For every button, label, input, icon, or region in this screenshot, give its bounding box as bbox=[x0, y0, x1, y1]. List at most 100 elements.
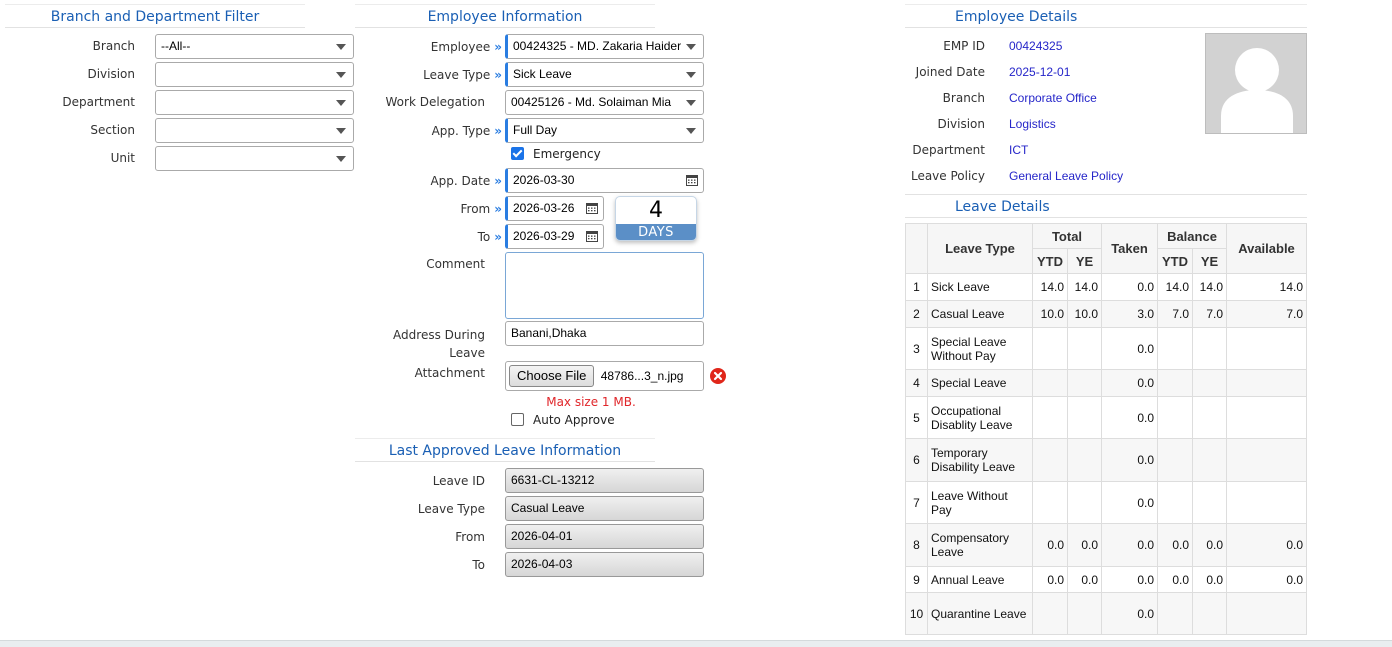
table-row: 6 Temporary Disability Leave 0.0 bbox=[905, 438, 1307, 482]
unit-label: Unit bbox=[110, 151, 135, 165]
days-label: DAYS bbox=[616, 224, 696, 240]
last-from-label: From bbox=[455, 530, 485, 544]
balance-ytd-cell: 7.0 bbox=[1157, 300, 1193, 328]
emp-branch-value: Corporate Office bbox=[1009, 91, 1097, 105]
row-index-cell: 5 bbox=[905, 396, 928, 439]
taken-cell: 0.0 bbox=[1101, 481, 1158, 524]
total-ytd-cell: 0.0 bbox=[1032, 566, 1068, 593]
employee-label: Employee» bbox=[430, 40, 502, 54]
leave-details-title: Leave Details bbox=[905, 194, 1307, 218]
row-index-cell: 6 bbox=[905, 438, 928, 482]
total-ye-cell bbox=[1067, 481, 1102, 524]
row-index-cell: 10 bbox=[905, 592, 928, 635]
bottom-bar bbox=[0, 640, 1392, 647]
app-date-input[interactable]: 2026-03-30 bbox=[505, 168, 704, 193]
leave-details-table: Leave Type Total Taken Balance Available… bbox=[905, 223, 1307, 635]
app-date-value: 2026-03-30 bbox=[513, 173, 575, 187]
row-index-cell: 4 bbox=[905, 369, 928, 397]
chevron-down-icon bbox=[336, 128, 346, 134]
from-date-input[interactable]: 2026-03-26 bbox=[505, 196, 604, 221]
branch-select-value: --All-- bbox=[161, 39, 191, 53]
col-taken-header: Taken bbox=[1101, 223, 1158, 274]
to-label: To» bbox=[477, 230, 502, 244]
row-index-cell: 9 bbox=[905, 566, 928, 593]
total-ytd-cell bbox=[1032, 369, 1068, 397]
leave-type-cell: Casual Leave bbox=[927, 300, 1033, 328]
balance-ytd-cell bbox=[1157, 438, 1193, 482]
emp-id-label: EMP ID bbox=[943, 39, 985, 53]
balance-ytd-cell bbox=[1157, 481, 1193, 524]
table-header-row: Leave Type Total Taken Balance Available bbox=[905, 223, 1307, 274]
emp-department-label: Department bbox=[912, 143, 985, 157]
emp-department-value: ICT bbox=[1009, 143, 1029, 157]
available-cell: 0.0 bbox=[1226, 566, 1307, 593]
division-label: Division bbox=[87, 67, 135, 81]
table-row: 1 Sick Leave 14.0 14.0 0.0 14.0 14.0 14.0 bbox=[905, 273, 1307, 301]
table-row: 3 Special Leave Without Pay 0.0 bbox=[905, 327, 1307, 370]
auto-approve-checkbox[interactable] bbox=[511, 413, 524, 426]
table-row: 10 Quarantine Leave 0.0 bbox=[905, 592, 1307, 635]
required-arrow-icon: » bbox=[494, 174, 502, 188]
balance-ye-cell bbox=[1192, 481, 1227, 524]
calendar-icon[interactable] bbox=[586, 202, 598, 214]
row-index-cell: 7 bbox=[905, 481, 928, 524]
user-placeholder-icon bbox=[1221, 48, 1293, 133]
emergency-checkbox[interactable] bbox=[511, 147, 524, 160]
from-date-value: 2026-03-26 bbox=[513, 201, 575, 215]
total-ytd-cell: 14.0 bbox=[1032, 273, 1068, 301]
address-input[interactable]: Banani,Dhaka bbox=[505, 321, 704, 346]
balance-ytd-cell bbox=[1157, 369, 1193, 397]
table-row: 7 Leave Without Pay 0.0 bbox=[905, 481, 1307, 524]
to-date-value: 2026-03-29 bbox=[513, 229, 575, 243]
emp-division-label: Division bbox=[937, 117, 985, 131]
total-ytd-cell: 10.0 bbox=[1032, 300, 1068, 328]
division-select[interactable] bbox=[155, 62, 354, 87]
required-arrow-icon: » bbox=[494, 40, 502, 54]
calendar-icon[interactable] bbox=[586, 230, 598, 242]
work-delegation-select-value: 00425126 - Md. Solaiman Mia bbox=[511, 95, 672, 109]
required-arrow-icon: » bbox=[494, 68, 502, 82]
branch-label: Branch bbox=[92, 39, 135, 53]
taken-cell: 0.0 bbox=[1101, 438, 1158, 482]
balance-ye-cell: 7.0 bbox=[1192, 300, 1227, 328]
work-delegation-select[interactable]: 00425126 - Md. Solaiman Mia bbox=[505, 90, 704, 115]
taken-cell: 0.0 bbox=[1101, 369, 1158, 397]
employee-select[interactable]: 00424325 - MD. Zakaria Haider bbox=[505, 34, 704, 59]
employee-select-value: 00424325 - MD. Zakaria Haider bbox=[513, 39, 682, 53]
app-type-select[interactable]: Full Day bbox=[505, 118, 704, 143]
leave-type-cell: Compensatory Leave bbox=[927, 523, 1033, 567]
leave-type-cell: Annual Leave bbox=[927, 566, 1033, 593]
choose-file-button[interactable]: Choose File bbox=[509, 365, 595, 387]
table-row: 2 Casual Leave 10.0 10.0 3.0 7.0 7.0 7.0 bbox=[905, 300, 1307, 328]
leave-type-cell: Occupational Disablity Leave bbox=[927, 396, 1033, 439]
available-cell bbox=[1226, 481, 1307, 524]
chevron-down-icon bbox=[336, 156, 346, 162]
last-to-label: To bbox=[472, 558, 485, 572]
remove-attachment-icon[interactable] bbox=[710, 368, 726, 384]
total-ye-cell bbox=[1067, 327, 1102, 370]
leave-type-label: Leave Type» bbox=[423, 68, 502, 82]
leave-type-select[interactable]: Sick Leave bbox=[505, 62, 704, 87]
avatar bbox=[1205, 33, 1307, 134]
available-cell bbox=[1226, 327, 1307, 370]
branch-select[interactable]: --All-- bbox=[155, 34, 354, 59]
table-row: 9 Annual Leave 0.0 0.0 0.0 0.0 0.0 0.0 bbox=[905, 566, 1307, 593]
total-ytd-cell bbox=[1032, 396, 1068, 439]
comment-textarea[interactable] bbox=[505, 252, 704, 319]
last-leave-type-field: Casual Leave bbox=[505, 496, 704, 521]
calendar-icon[interactable] bbox=[686, 174, 698, 186]
unit-select[interactable] bbox=[155, 146, 354, 171]
section-select[interactable] bbox=[155, 118, 354, 143]
leave-type-cell: Leave Without Pay bbox=[927, 481, 1033, 524]
leave-policy-value: General Leave Policy bbox=[1009, 169, 1124, 183]
department-select[interactable] bbox=[155, 90, 354, 115]
taken-cell: 0.0 bbox=[1101, 327, 1158, 370]
taken-cell: 0.0 bbox=[1101, 396, 1158, 439]
col-total-header: Total bbox=[1032, 223, 1102, 249]
leave-policy-label: Leave Policy bbox=[910, 169, 985, 183]
attachment-file-input[interactable]: Choose File 48786...3_n.jpg bbox=[505, 361, 704, 391]
available-cell: 14.0 bbox=[1226, 273, 1307, 301]
total-ytd-cell bbox=[1032, 438, 1068, 482]
to-date-input[interactable]: 2026-03-29 bbox=[505, 224, 604, 249]
row-index-cell: 1 bbox=[905, 273, 928, 301]
